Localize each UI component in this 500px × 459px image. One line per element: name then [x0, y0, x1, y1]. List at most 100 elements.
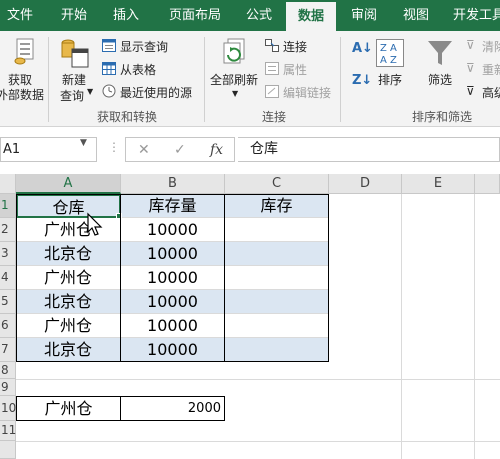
cell-b1[interactable]: 库存量: [121, 194, 225, 218]
cell-c5[interactable]: [225, 290, 329, 314]
advanced-filter-icon: ⊽: [466, 84, 475, 98]
clear-filter-icon: ⊽: [466, 38, 475, 52]
tab-page-layout[interactable]: 页面布局: [158, 0, 232, 31]
select-all-button[interactable]: [0, 174, 16, 194]
cell-b6[interactable]: 10000: [121, 314, 225, 338]
gridline: [474, 194, 475, 459]
tab-data[interactable]: 数据: [286, 2, 336, 31]
gridline: [16, 441, 500, 442]
formula-input[interactable]: 仓库: [238, 137, 500, 162]
column-header-e[interactable]: E: [402, 174, 475, 194]
table-divider: [120, 194, 121, 362]
connections-icon: [265, 39, 279, 52]
cell-a3[interactable]: 北京仓: [16, 242, 121, 266]
group-label-sort-filter: 排序和筛选: [412, 110, 473, 124]
row-header-8[interactable]: 8: [0, 362, 16, 379]
group-label-connections: 连接: [262, 110, 287, 124]
clear-label: 清除: [482, 40, 500, 54]
row-header-12[interactable]: [0, 441, 16, 459]
properties-label: 属性: [283, 63, 308, 77]
cell-b3[interactable]: 10000: [121, 242, 225, 266]
cell-b7[interactable]: 10000: [121, 338, 225, 362]
worksheet-grid: A B C D E 1 2 3 4 5 6 7 8 9 10 11 仓库 库存量…: [0, 174, 500, 459]
refresh-icon: [223, 38, 245, 64]
get-external-data-label-2: 外部数据: [0, 88, 45, 102]
tab-home[interactable]: 开始: [52, 0, 96, 31]
reapply-label: 重新: [482, 63, 500, 77]
chevron-down-icon: ▼: [87, 87, 94, 96]
cell-c4[interactable]: [225, 266, 329, 290]
column-header-b[interactable]: B: [121, 174, 225, 194]
tab-insert[interactable]: 插入: [104, 0, 148, 31]
cell-b5[interactable]: 10000: [121, 290, 225, 314]
cell-c6[interactable]: [225, 314, 329, 338]
row-header-9[interactable]: 9: [0, 379, 16, 396]
cell-a10[interactable]: 广州仓: [16, 396, 121, 421]
cell-a5[interactable]: 北京仓: [16, 290, 121, 314]
row-header-1[interactable]: 1: [0, 194, 16, 218]
sort-label: 排序: [378, 73, 403, 87]
cell-a7[interactable]: 北京仓: [16, 338, 121, 362]
tab-file[interactable]: 文件: [0, 0, 40, 31]
tab-formulas[interactable]: 公式: [238, 0, 280, 31]
advanced-label: 高级: [482, 86, 500, 100]
formula-bar-grip-icon: ⋮: [108, 140, 120, 154]
ribbon-tab-bar: 文件 开始 插入 页面布局 公式 数据 审阅 视图 开发工具: [0, 0, 500, 31]
group-label-get-transform: 获取和转换: [97, 110, 158, 124]
row-header-5[interactable]: 5: [0, 290, 16, 314]
cell-c1[interactable]: 库存: [225, 194, 329, 218]
formula-buttons: ✕ ✓ fx: [125, 137, 235, 162]
cell-b4[interactable]: 10000: [121, 266, 225, 290]
properties-icon: [265, 62, 279, 75]
new-query-label-1: 新建: [62, 73, 87, 87]
cell-a6[interactable]: 广州仓: [16, 314, 121, 338]
column-header-f[interactable]: [475, 174, 500, 194]
sort-icon: Z A A Z: [376, 39, 404, 67]
mouse-pointer-icon: [87, 212, 103, 236]
filter-icon: [428, 41, 452, 65]
row-header-6[interactable]: 6: [0, 314, 16, 338]
cell-c2[interactable]: [225, 218, 329, 242]
tab-developer[interactable]: 开发工具: [448, 0, 500, 31]
new-query-label-2: 查询: [60, 89, 85, 103]
edit-links-label: 编辑链接: [283, 86, 332, 100]
show-query-label: 显示查询: [120, 40, 169, 54]
column-header-d[interactable]: D: [329, 174, 402, 194]
recent-sources-icon: [102, 84, 116, 98]
group-separator: [340, 37, 341, 122]
row-header-11[interactable]: 11: [0, 421, 16, 441]
group-separator: [204, 37, 205, 122]
refresh-all-label: 全部刷新: [210, 73, 259, 87]
cell-b10[interactable]: 2000: [120, 396, 225, 421]
svg-text:A Z: A Z: [380, 55, 397, 66]
enter-icon[interactable]: ✓: [174, 142, 186, 158]
edit-links-icon: [265, 85, 279, 98]
column-header-a[interactable]: A: [16, 174, 121, 194]
row-header-7[interactable]: 7: [0, 338, 16, 362]
new-query-icon: [61, 39, 89, 68]
gridline: [401, 194, 402, 459]
cell-a4[interactable]: 广州仓: [16, 266, 121, 290]
cancel-icon[interactable]: ✕: [138, 142, 150, 158]
connections-label: 连接: [283, 40, 308, 54]
insert-function-icon[interactable]: fx: [210, 142, 223, 158]
tab-review[interactable]: 审阅: [342, 0, 386, 31]
row-header-10[interactable]: 10: [0, 396, 16, 421]
svg-text:Z A: Z A: [380, 43, 397, 54]
gridline: [16, 379, 500, 380]
row-header-2[interactable]: 2: [0, 218, 16, 242]
show-query-icon: [102, 39, 116, 52]
column-header-c[interactable]: C: [225, 174, 329, 194]
tab-view[interactable]: 视图: [394, 0, 438, 31]
group-separator: [48, 37, 49, 122]
cell-a2[interactable]: 广州仓: [16, 218, 121, 242]
chevron-down-icon[interactable]: ▼: [80, 138, 87, 148]
cell-b2[interactable]: 10000: [121, 218, 225, 242]
cell-c3[interactable]: [225, 242, 329, 266]
cell-a1[interactable]: 仓库: [16, 194, 121, 218]
row-header-3[interactable]: 3: [0, 242, 16, 266]
row-header-4[interactable]: 4: [0, 266, 16, 290]
sort-descending-icon: Z↓: [352, 73, 373, 88]
cell-c7[interactable]: [225, 338, 329, 362]
filter-label: 筛选: [428, 73, 453, 87]
